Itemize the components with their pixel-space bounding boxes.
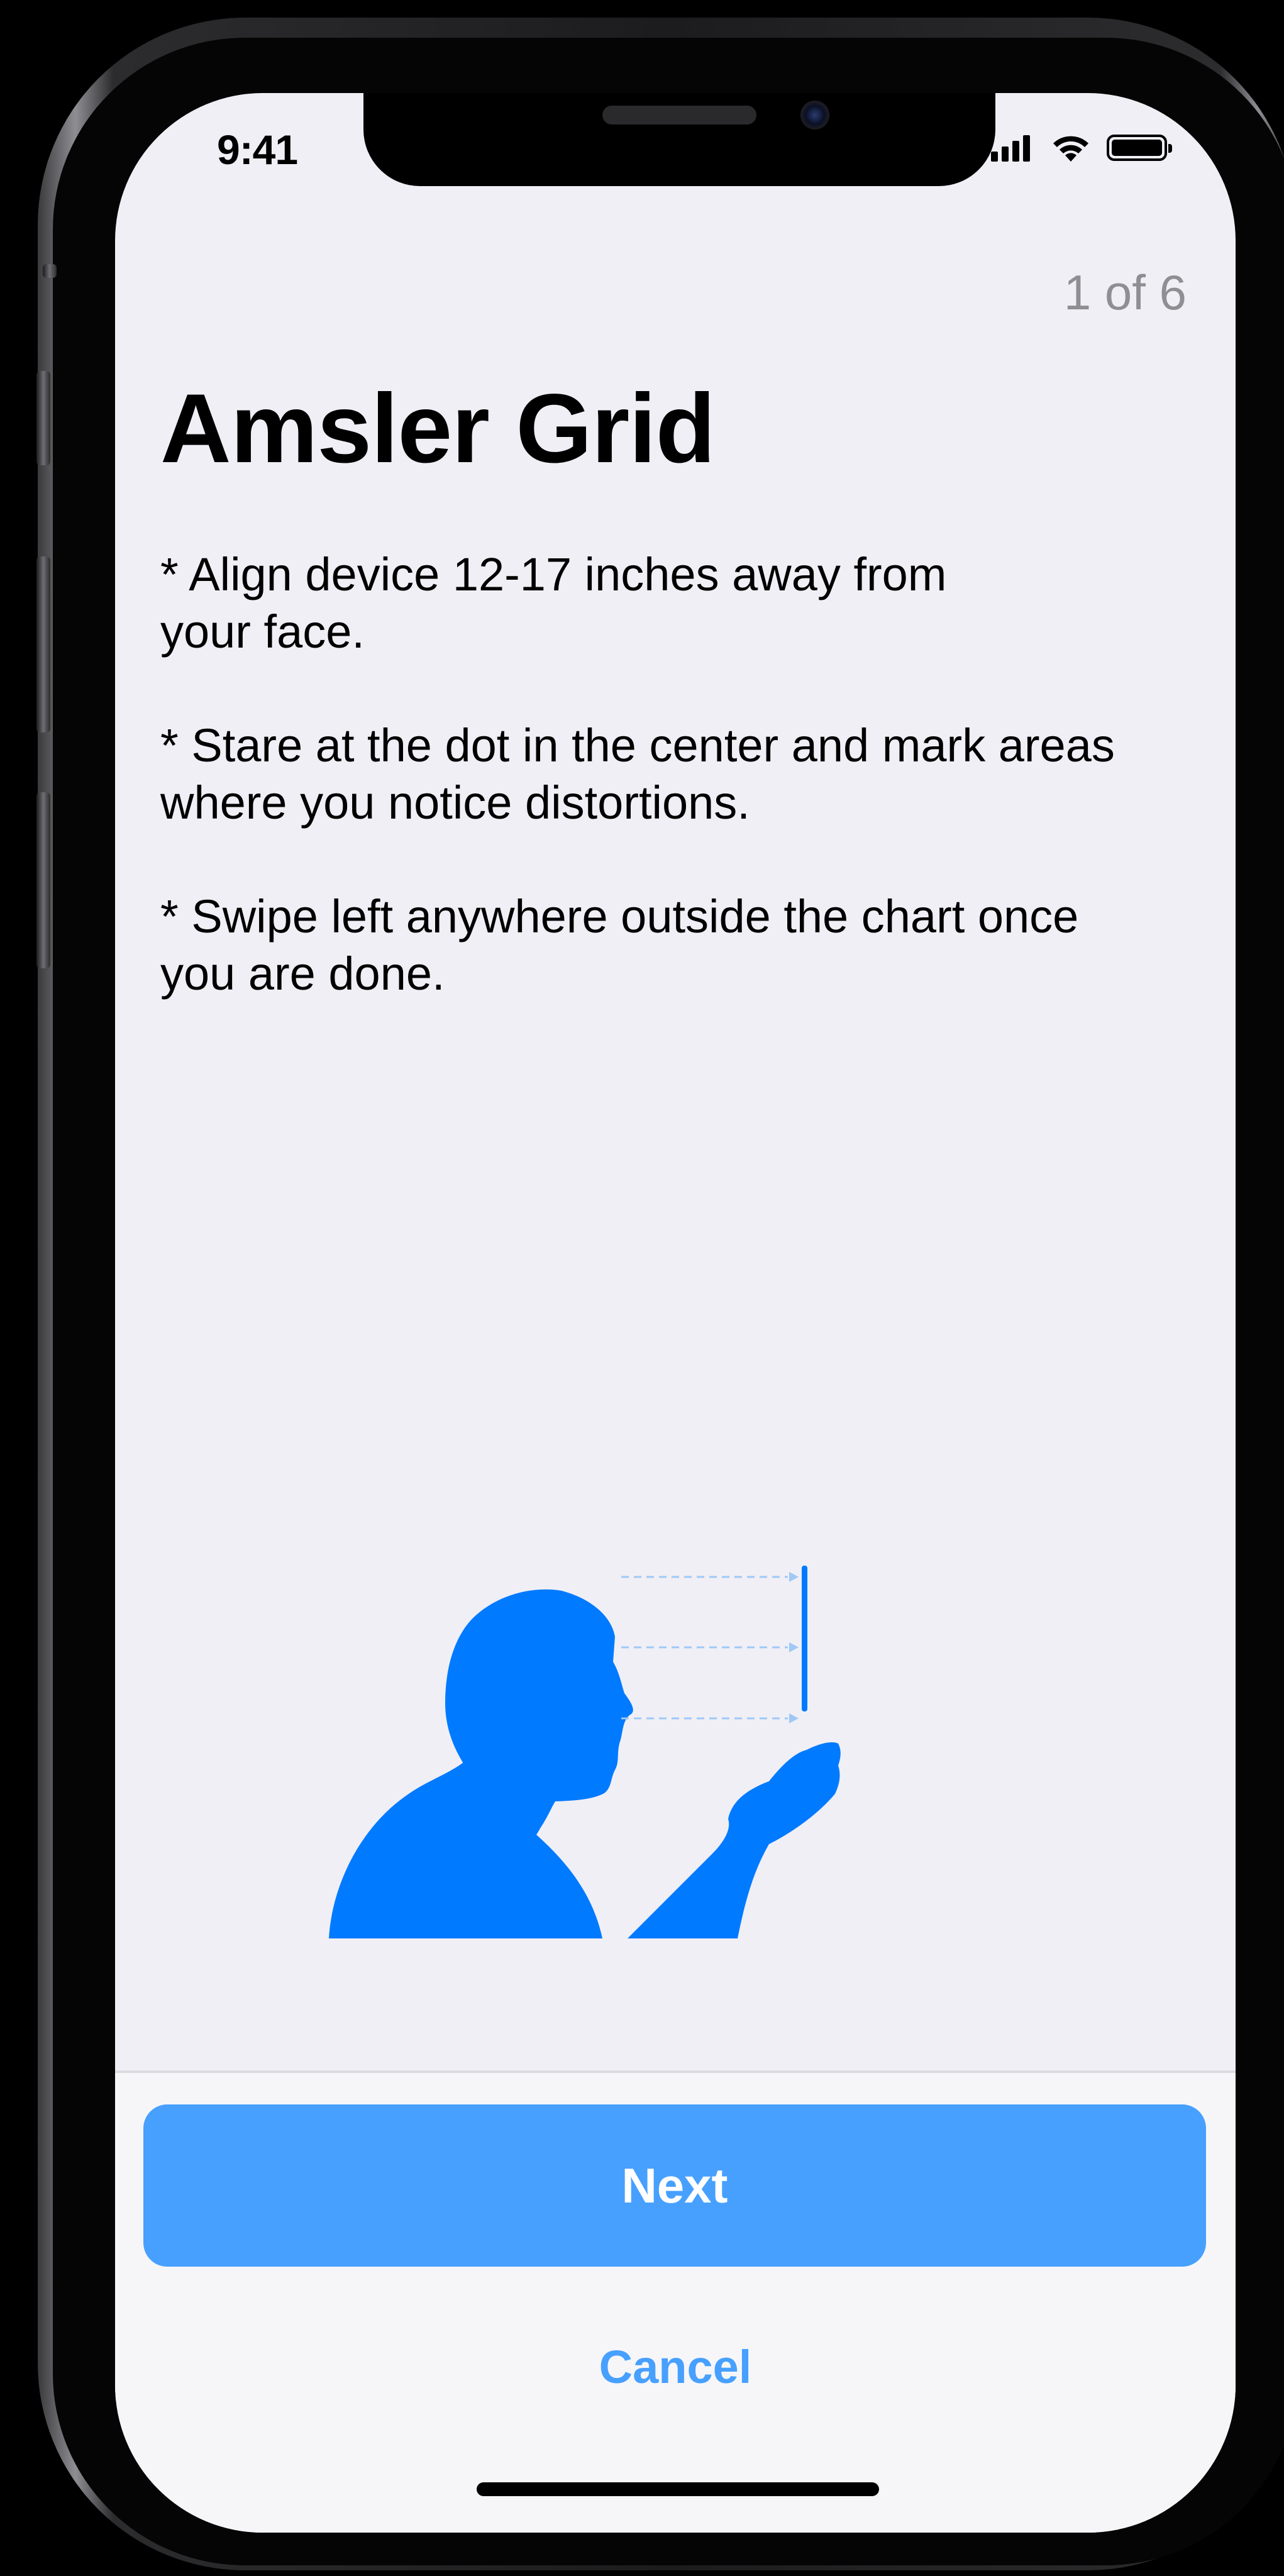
side-button [36, 792, 50, 968]
page-title: Amsler Grid [160, 374, 716, 484]
instructions: * Align device 12-17 inches away from yo… [160, 546, 1192, 1059]
wifi-icon [1053, 136, 1088, 162]
earpiece-speaker [602, 106, 756, 124]
volume-up-button [36, 371, 50, 465]
status-icons [991, 132, 1172, 163]
instruction-stare: * Stare at the dot in the center and mar… [160, 719, 1115, 829]
home-indicator[interactable] [477, 2482, 879, 2496]
mute-switch [43, 264, 57, 278]
status-time: 9:41 [217, 126, 298, 173]
front-camera [800, 101, 829, 130]
instruction-distance: * Align device 12-17 inches away from yo… [160, 548, 947, 658]
volume-down-button [36, 556, 50, 732]
person-holding-phone-icon [329, 1566, 841, 1938]
next-button[interactable]: Next [143, 2104, 1206, 2267]
app-screen: 9:41 1 of 6 Amsler Grid * Align device 1… [115, 93, 1236, 2533]
footer: Next Cancel [115, 2070, 1236, 2533]
cancel-button[interactable]: Cancel [115, 2340, 1236, 2394]
notch [363, 93, 995, 186]
cellular-signal-icon [991, 134, 1034, 162]
battery-icon [1107, 135, 1172, 161]
instruction-swipe: * Swipe left anywhere outside the chart … [160, 890, 1079, 1000]
step-counter: 1 of 6 [1063, 265, 1187, 320]
